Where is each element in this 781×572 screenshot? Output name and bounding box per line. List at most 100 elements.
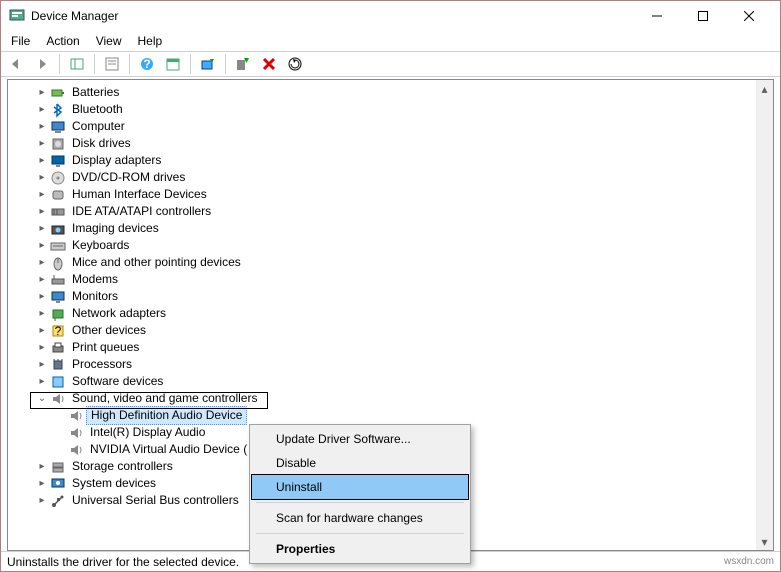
expand-arrow-icon[interactable]: ▸ xyxy=(34,322,50,339)
expand-arrow-icon[interactable]: ▸ xyxy=(34,475,50,492)
enable-icon[interactable] xyxy=(232,53,254,75)
expand-arrow-icon[interactable]: ▸ xyxy=(34,271,50,288)
calendar-icon[interactable] xyxy=(162,53,184,75)
tree-item-label: Network adapters xyxy=(70,305,168,322)
forward-button[interactable] xyxy=(31,53,53,75)
imaging-icon xyxy=(50,221,66,237)
back-button[interactable] xyxy=(5,53,27,75)
system-icon xyxy=(50,476,66,492)
tree-item-label: Other devices xyxy=(70,322,148,339)
ctx-disable[interactable]: Disable xyxy=(252,451,468,475)
tree-item[interactable]: ▸Software devices xyxy=(12,373,756,390)
expand-arrow-icon[interactable]: ▸ xyxy=(34,373,50,390)
tree-item[interactable]: ▸ Keyboards xyxy=(12,237,756,254)
expand-arrow-icon[interactable]: ▸ xyxy=(34,101,50,118)
expand-arrow-icon[interactable]: ▸ xyxy=(34,288,50,305)
tree-item[interactable]: ▸DVD/CD-ROM drives xyxy=(12,169,756,186)
ctx-update-driver[interactable]: Update Driver Software... xyxy=(252,427,468,451)
properties-button[interactable] xyxy=(101,53,123,75)
update-driver-icon[interactable] xyxy=(197,53,219,75)
tree-item-label: Print queues xyxy=(70,339,141,356)
tree-item[interactable]: ▸ Display adapters xyxy=(12,152,756,169)
modem-icon xyxy=(50,272,66,288)
tree-item-label: NVIDIA Virtual Audio Device ( xyxy=(88,441,249,458)
toolbar: ? xyxy=(1,51,780,77)
help-button[interactable]: ? xyxy=(136,53,158,75)
expand-arrow-icon[interactable]: ▸ xyxy=(34,203,50,220)
hid-icon xyxy=(50,187,66,203)
maximize-button[interactable] xyxy=(680,1,726,31)
tree-item-label: Keyboards xyxy=(70,237,131,254)
scan-hardware-icon[interactable] xyxy=(284,53,306,75)
tree-item-label: Batteries xyxy=(70,84,121,101)
menubar: File Action View Help xyxy=(1,31,780,51)
sound-icon xyxy=(50,391,66,407)
menu-view[interactable]: View xyxy=(96,34,122,48)
uninstall-icon[interactable] xyxy=(258,53,280,75)
expand-arrow-icon[interactable]: ▸ xyxy=(34,492,50,509)
tree-item[interactable]: ▸Bluetooth xyxy=(12,101,756,118)
tree-child-sound-0[interactable]: High Definition Audio Device xyxy=(12,407,756,424)
tree-item-label: Display adapters xyxy=(70,152,163,169)
tree-item[interactable]: ▸ Print queues xyxy=(12,339,756,356)
expand-arrow-icon[interactable]: ▸ xyxy=(34,152,50,169)
tree-item[interactable]: ▸Processors xyxy=(12,356,756,373)
menu-help[interactable]: Help xyxy=(138,34,163,48)
expand-arrow-icon[interactable]: ▸ xyxy=(34,220,50,237)
scroll-down-arrow[interactable]: ▾ xyxy=(756,533,773,550)
tree-item[interactable]: ▸IDE ATA/ATAPI controllers xyxy=(12,203,756,220)
tree-item-sound[interactable]: ⌄Sound, video and game controllers xyxy=(12,390,756,407)
watermark: wsxdn.com xyxy=(724,556,774,567)
titlebar: Device Manager xyxy=(1,1,780,31)
svg-text:?: ? xyxy=(55,324,62,338)
ctx-scan-hardware[interactable]: Scan for hardware changes xyxy=(252,506,468,530)
close-button[interactable] xyxy=(726,1,772,31)
mouse-icon xyxy=(50,255,66,271)
tree-item[interactable]: ▸? Other devices xyxy=(12,322,756,339)
show-hide-console-button[interactable] xyxy=(66,53,88,75)
expand-arrow-icon[interactable]: ▸ xyxy=(34,135,50,152)
expand-arrow-icon[interactable]: ⌄ xyxy=(34,390,50,407)
tree-item[interactable]: ▸ Batteries xyxy=(12,84,756,101)
status-text: Uninstalls the driver for the selected d… xyxy=(7,555,239,569)
expand-arrow-icon[interactable]: ▸ xyxy=(34,118,50,135)
expand-arrow-icon[interactable]: ▸ xyxy=(34,237,50,254)
expand-arrow-icon[interactable]: ▸ xyxy=(34,84,50,101)
tree-item-label: Human Interface Devices xyxy=(70,186,209,203)
tree-item-label: Intel(R) Display Audio xyxy=(88,424,207,441)
tree-item[interactable]: ▸Monitors xyxy=(12,288,756,305)
tree-item[interactable]: ▸Computer xyxy=(12,118,756,135)
expand-arrow-icon[interactable]: ▸ xyxy=(34,356,50,373)
ctx-uninstall[interactable]: Uninstall xyxy=(251,474,469,500)
app-icon xyxy=(9,8,25,24)
expand-arrow-icon[interactable]: ▸ xyxy=(34,254,50,271)
ctx-properties[interactable]: Properties xyxy=(252,537,468,561)
tree-item[interactable]: ▸ Imaging devices xyxy=(12,220,756,237)
tree-item-label: System devices xyxy=(70,475,158,492)
scroll-track[interactable] xyxy=(756,97,773,533)
keyboard-icon xyxy=(50,238,66,254)
vertical-scrollbar[interactable]: ▴ ▾ xyxy=(756,80,773,550)
window-title: Device Manager xyxy=(31,9,118,23)
menu-file[interactable]: File xyxy=(11,34,30,48)
minimize-button[interactable] xyxy=(634,1,680,31)
tree-item[interactable]: ▸Modems xyxy=(12,271,756,288)
scroll-up-arrow[interactable]: ▴ xyxy=(756,80,773,97)
tree-item[interactable]: ▸ Human Interface Devices xyxy=(12,186,756,203)
tree-item-label: Imaging devices xyxy=(70,220,161,237)
expand-arrow-icon[interactable]: ▸ xyxy=(34,458,50,475)
tree-item[interactable]: ▸ Network adapters xyxy=(12,305,756,322)
expand-arrow-icon[interactable]: ▸ xyxy=(34,186,50,203)
tree-item[interactable]: ▸ Disk drives xyxy=(12,135,756,152)
tree-item-label: Storage controllers xyxy=(70,458,175,475)
tree-item-label: Disk drives xyxy=(70,135,133,152)
expand-arrow-icon[interactable]: ▸ xyxy=(34,305,50,322)
disk-icon xyxy=(50,136,66,152)
expand-arrow-icon[interactable]: ▸ xyxy=(34,169,50,186)
menu-action[interactable]: Action xyxy=(46,34,79,48)
sound-icon xyxy=(68,408,84,424)
tree-item[interactable]: ▸Mice and other pointing devices xyxy=(12,254,756,271)
context-menu: Update Driver Software... Disable Uninst… xyxy=(249,424,471,564)
cpu-icon xyxy=(50,357,66,373)
expand-arrow-icon[interactable]: ▸ xyxy=(34,339,50,356)
